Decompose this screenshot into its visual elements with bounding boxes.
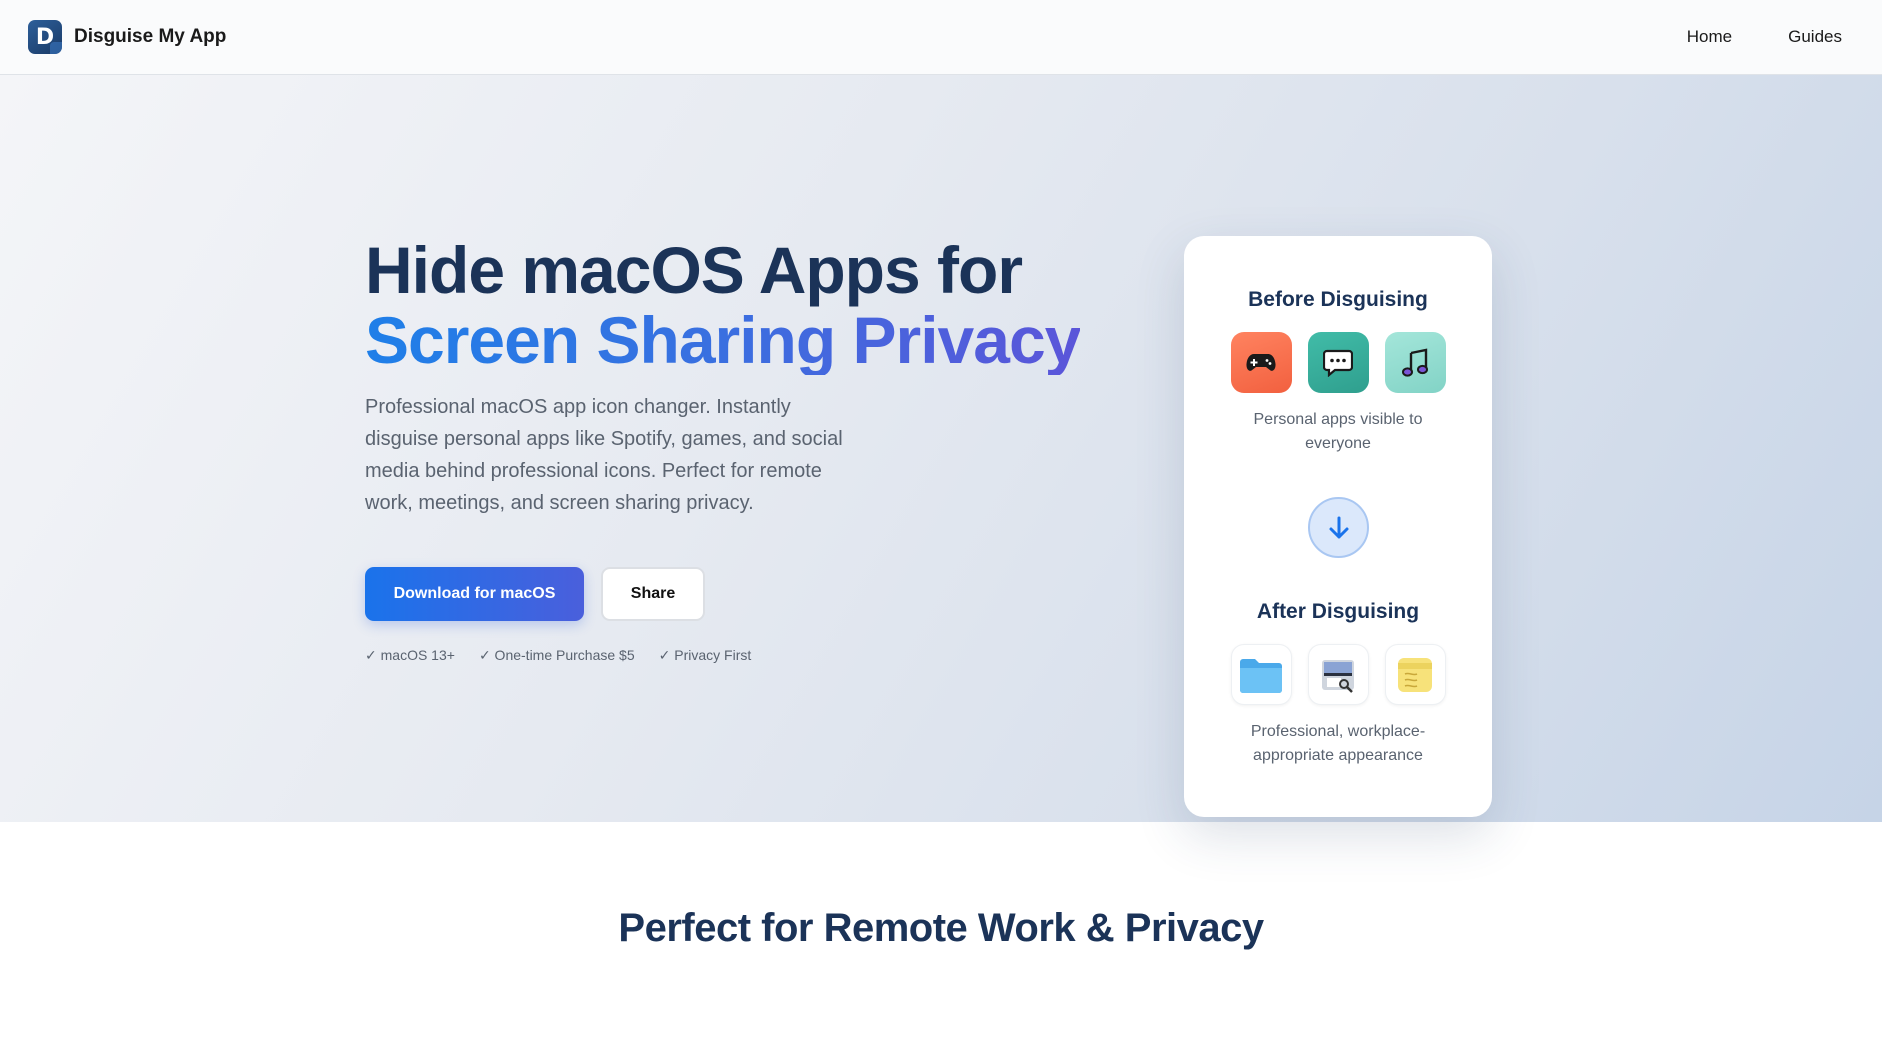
music-note-icon	[1384, 332, 1446, 393]
badge-privacy: ✓ Privacy First	[658, 647, 752, 663]
nav-guides-link[interactable]: Guides	[1788, 27, 1842, 47]
after-title: After Disguising	[1256, 600, 1420, 623]
after-caption: Professional, workplace-appropriate appe…	[1250, 723, 1426, 764]
folder-icon	[1230, 644, 1292, 705]
hero-title-line2: Screen Sharing Privacy	[365, 303, 1081, 377]
before-caption: Personal apps visible to everyone	[1253, 411, 1423, 452]
after-icon-row	[1184, 644, 1492, 705]
logo-letter: D	[35, 24, 55, 50]
hero-subtitle: Professional macOS app icon changer. Ins…	[365, 396, 843, 514]
before-after-card: Before Disguising Personal apps visible …	[1184, 236, 1492, 817]
share-button[interactable]: Share	[601, 567, 705, 621]
hero-section: Hide macOS Apps for Screen Sharing Priva…	[0, 75, 1882, 822]
app-logo-icon[interactable]: D	[28, 20, 62, 54]
stickies-icon	[1384, 644, 1446, 705]
preview-icon	[1307, 644, 1369, 705]
badge-price: ✓ One-time Purchase $5	[478, 647, 635, 663]
before-icon-row	[1184, 332, 1492, 393]
hero-title-line1: Hide macOS Apps for	[365, 233, 1023, 307]
download-button[interactable]: Download for macOS	[365, 567, 584, 621]
site-header: D Disguise My App Home Guides	[0, 0, 1882, 75]
badge-macos-version: ✓ macOS 13+	[365, 647, 455, 663]
feature-badges: ✓ macOS 13+ ✓ One-time Purchase $5 ✓ Pri…	[365, 647, 751, 664]
arrow-down-icon	[1308, 497, 1369, 558]
nav-home-link[interactable]: Home	[1687, 27, 1732, 47]
hero-title: Hide macOS Apps for Screen Sharing Priva…	[365, 233, 1081, 377]
chat-bubble-icon	[1307, 332, 1369, 393]
section-title: Perfect for Remote Work & Privacy	[618, 906, 1264, 950]
before-title: Before Disguising	[1248, 288, 1428, 311]
main-nav: Home Guides	[1687, 27, 1854, 47]
brand-name[interactable]: Disguise My App	[74, 26, 226, 48]
gamepad-icon	[1230, 332, 1292, 393]
